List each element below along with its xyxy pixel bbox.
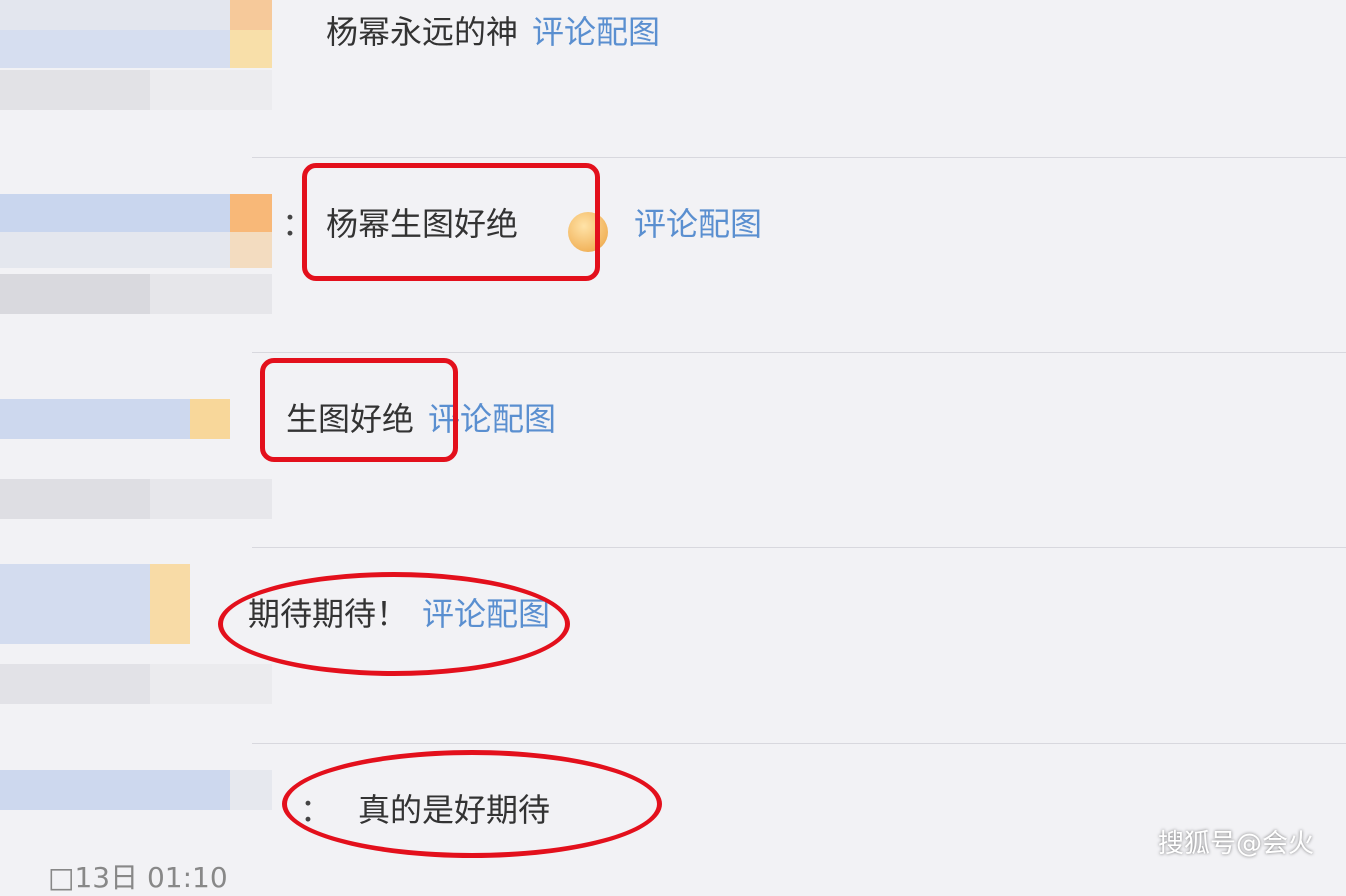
highlight-box	[302, 163, 600, 281]
highlight-ellipse	[282, 750, 662, 858]
comment-item: 生图好绝 评论配图	[0, 353, 1346, 547]
blurred-avatar	[0, 393, 272, 523]
comment-link-wrap: 评论配图	[620, 204, 762, 244]
comment-item: 期待期待！ 评论配图	[0, 548, 1346, 743]
comment-image-link[interactable]: 评论配图	[634, 205, 762, 243]
blurred-avatar	[0, 0, 272, 150]
comment-image-link[interactable]: 评论配图	[532, 13, 660, 51]
highlight-ellipse	[218, 572, 570, 676]
highlight-box	[260, 358, 458, 462]
comment-item: 杨幂永远的神 评论配图	[0, 0, 1346, 157]
blurred-avatar	[0, 188, 272, 318]
blurred-avatar	[0, 564, 272, 734]
comment-timestamp: □13日 01:10	[48, 861, 228, 894]
blurred-avatar	[0, 770, 272, 840]
watermark-text: 搜狐号@会火	[1157, 829, 1314, 859]
comment-text: 杨幂永远的神 评论配图	[326, 12, 660, 52]
comment-content: 杨幂永远的神	[326, 13, 519, 51]
comment-item: ： 杨幂生图好绝 评论配图	[0, 158, 1346, 352]
comment-item: ： 真的是好期待	[0, 744, 1346, 874]
